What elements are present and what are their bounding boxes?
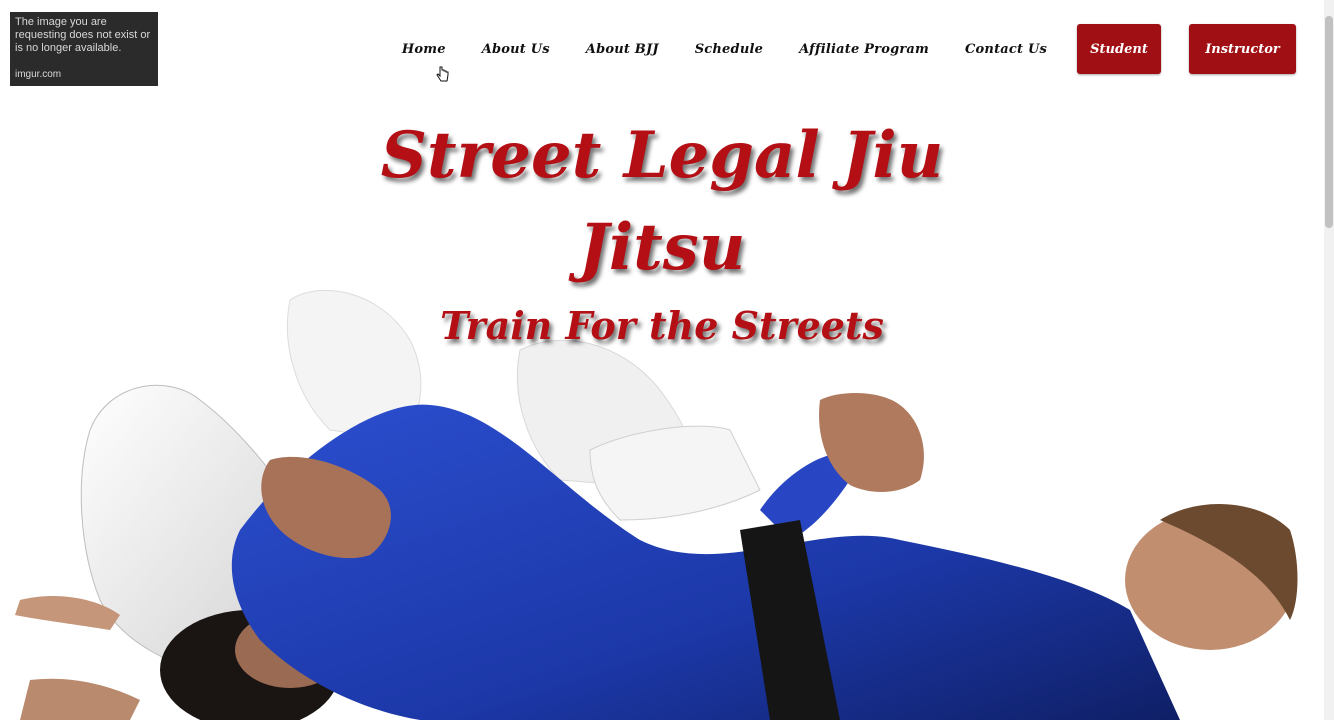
- nav-about-us[interactable]: About Us: [482, 42, 550, 57]
- hand-pointer-icon: [436, 66, 449, 82]
- nav-schedule[interactable]: Schedule: [695, 42, 763, 57]
- instructor-button[interactable]: Instructor: [1189, 24, 1296, 74]
- nav-contact-us[interactable]: Contact Us: [965, 42, 1047, 57]
- nav-home[interactable]: Home: [402, 42, 446, 57]
- nav-affiliate-program[interactable]: Affiliate Program: [799, 42, 929, 57]
- student-button[interactable]: Student: [1077, 24, 1161, 74]
- main-nav: Home About Us About BJJ Schedule Affilia…: [380, 24, 1296, 74]
- nav-about-bjj[interactable]: About BJJ: [586, 42, 659, 57]
- hero-title-line-1: Street Legal Jiu: [380, 118, 944, 193]
- page-scrollbar[interactable]: [1324, 0, 1334, 720]
- scrollbar-thumb[interactable]: [1325, 16, 1333, 228]
- site-logo[interactable]: The image you are requesting does not ex…: [10, 12, 158, 86]
- hero-subtitle: Train For the Streets: [440, 303, 884, 348]
- hero-title: Street Legal Jiu Jitsu: [0, 110, 1324, 294]
- logo-placeholder-source: imgur.com: [15, 69, 62, 80]
- logo-placeholder-message: The image you are requesting does not ex…: [15, 16, 151, 54]
- hero-title-line-2: Jitsu: [578, 210, 746, 285]
- page: The image you are requesting does not ex…: [0, 0, 1334, 720]
